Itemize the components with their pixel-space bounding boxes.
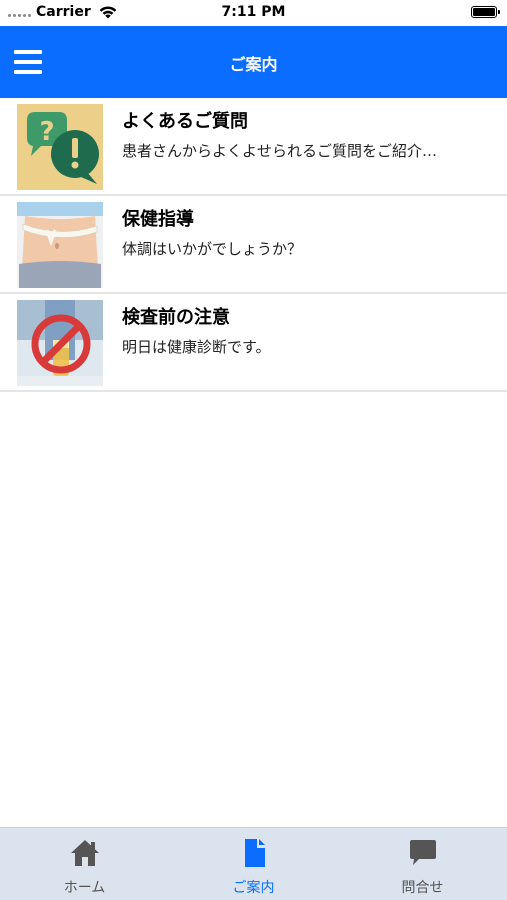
home-icon xyxy=(70,840,99,866)
tab-guide[interactable]: ご案内 xyxy=(169,828,338,900)
tab-label: ホーム xyxy=(63,880,106,896)
guide-list: ? よくあるご質問 患者さんからよくよせられるご質問をご紹介… 保健指導 体調は… xyxy=(0,98,507,392)
tab-home[interactable]: ホーム xyxy=(0,828,169,900)
tab-contact[interactable]: 問合せ xyxy=(338,828,507,900)
tab-bar: ホーム ご案内 問合せ xyxy=(0,827,507,900)
document-icon xyxy=(244,839,265,867)
list-item-health-guidance[interactable]: 保健指導 体調はいかがでしょうか？ xyxy=(0,196,507,294)
status-time: 7:11 PM xyxy=(221,4,286,20)
list-item-title: 保健指導 xyxy=(122,209,194,230)
tab-label: ご案内 xyxy=(232,880,275,896)
list-item-faq[interactable]: ? よくあるご質問 患者さんからよくよせられるご質問をご紹介… xyxy=(0,98,507,196)
page-title: ご案内 xyxy=(229,55,278,74)
list-item-title: よくあるご質問 xyxy=(122,111,248,132)
battery-icon xyxy=(471,6,500,18)
list-item-subtitle: 患者さんからよくよせられるご質問をご紹介… xyxy=(122,142,438,160)
list-item-title: 検査前の注意 xyxy=(122,307,230,328)
list-item-pre-exam-notice[interactable]: 検査前の注意 明日は健康診断です。 xyxy=(0,294,507,392)
list-item-subtitle: 明日は健康診断です。 xyxy=(122,338,271,356)
faq-thumbnail: ? xyxy=(17,104,103,190)
pre-exam-notice-thumbnail xyxy=(17,300,103,386)
health-guidance-thumbnail xyxy=(17,202,103,288)
svg-text:?: ? xyxy=(39,117,54,147)
status-bar: Carrier 7:11 PM xyxy=(0,0,507,26)
chat-bubble-icon xyxy=(409,840,436,865)
list-item-subtitle: 体調はいかがでしょうか？ xyxy=(122,240,303,258)
navigation-bar: ご案内 xyxy=(0,26,507,98)
tab-label: 問合せ xyxy=(401,880,444,896)
